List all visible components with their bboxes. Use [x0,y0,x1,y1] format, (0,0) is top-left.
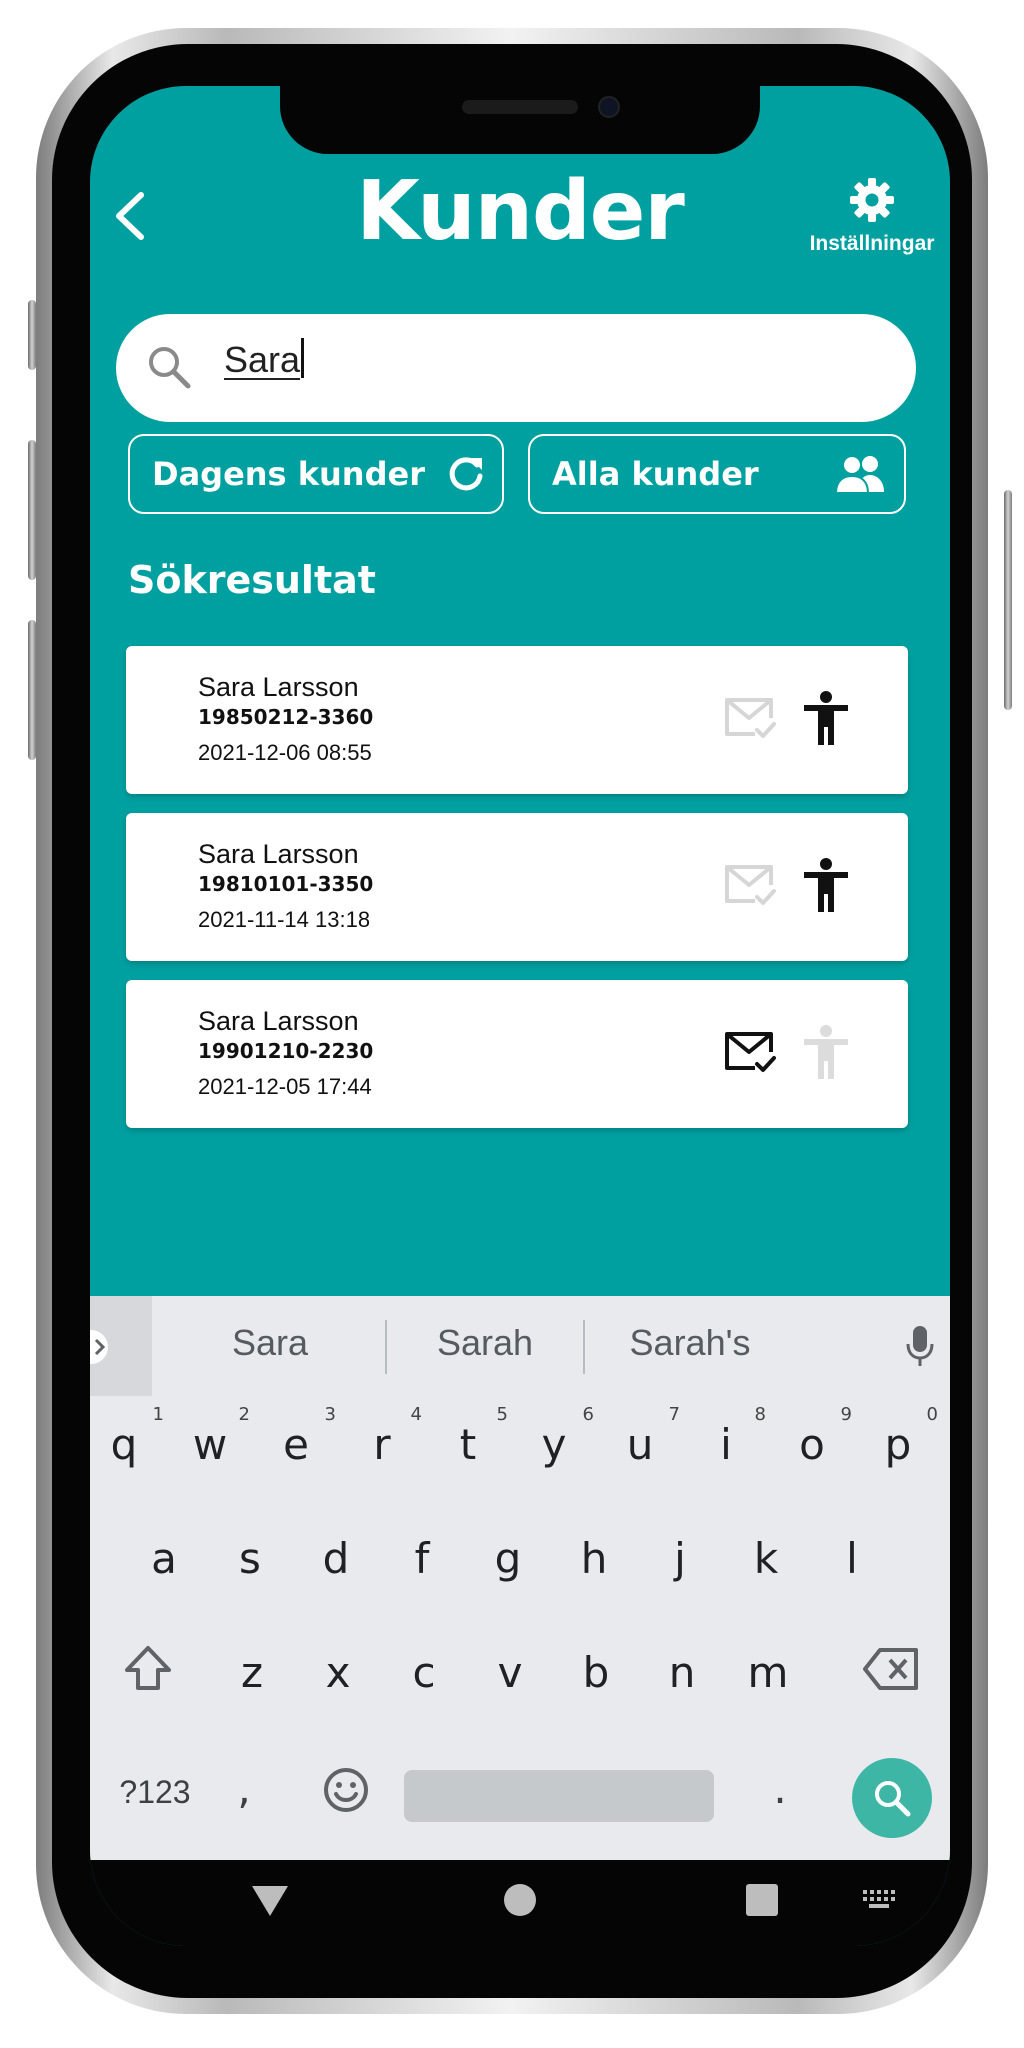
key-f[interactable]: f [392,1534,452,1583]
shift-icon [125,1646,171,1690]
key-r[interactable]: r4 [352,1404,422,1469]
keyboard: Sara Sarah Sarah's q1 w2 e3 r4 t5 y6 u7 … [90,1296,950,1860]
screen: Kunder Inställningar Sara Dagens kunder … [90,86,950,1946]
key-e[interactable]: e3 [266,1404,336,1469]
phone-side-button [28,440,36,580]
suggestion-bar: Sara Sarah Sarah's [90,1296,950,1396]
key-k[interactable]: k [736,1534,796,1583]
phone-side-button [28,300,36,370]
key-x[interactable]: x [308,1648,368,1697]
suggestion-3[interactable]: Sarah's [590,1322,790,1364]
key-l[interactable]: l [822,1534,882,1583]
todays-customers-button[interactable]: Dagens kunder [128,434,504,514]
customer-info: Sara Larsson 19850212-3360 2021-12-06 08… [198,672,373,766]
refresh-icon [449,457,483,491]
header: Kunder Inställningar [90,156,950,276]
emoji-key[interactable] [316,1766,376,1824]
key-h[interactable]: h [564,1534,624,1583]
navigation-bar [90,1860,950,1946]
customer-timestamp: 2021-11-14 13:18 [198,907,371,932]
key-u[interactable]: u7 [610,1404,680,1469]
all-customers-button[interactable]: Alla kunder [528,434,906,514]
search-icon [875,1781,911,1817]
mail-check-icon[interactable] [724,1030,776,1074]
speaker-grille [462,100,578,114]
backspace-key[interactable] [860,1646,922,1702]
text-caret [301,338,305,378]
suggestion-divider [385,1320,387,1374]
customer-name: Sara Larsson [198,672,359,702]
emoji-icon [324,1768,368,1812]
chevron-right-icon [90,1330,108,1364]
suggestion-1[interactable]: Sara [170,1322,370,1364]
key-o[interactable]: o9 [782,1404,852,1469]
key-g[interactable]: g [478,1534,538,1583]
suggestion-divider [583,1320,585,1374]
notch [280,86,760,154]
key-d[interactable]: d [306,1534,366,1583]
customer-id: 19850212-3360 [198,705,374,729]
customer-info: Sara Larsson 19901210-2230 2021-12-05 17… [198,1006,373,1100]
key-y[interactable]: y6 [524,1404,594,1469]
customer-name: Sara Larsson [198,839,359,869]
customer-id: 19901210-2230 [198,1039,374,1063]
result-card[interactable]: Sara Larsson 19850212-3360 2021-12-06 08… [126,646,908,794]
settings-button[interactable]: Inställningar [802,176,942,256]
keyboard-search-key[interactable] [852,1758,932,1838]
period-key[interactable]: . [750,1764,810,1813]
results-heading: Sökresultat [128,558,376,602]
recents-square-icon[interactable] [744,1882,780,1918]
person-icon[interactable] [802,1024,850,1080]
phone-power-button [1004,490,1012,710]
person-icon[interactable] [802,857,850,913]
comma-key[interactable]: , [214,1764,274,1813]
key-w[interactable]: w2 [180,1404,250,1469]
shift-key[interactable] [118,1644,178,1702]
key-q[interactable]: q1 [94,1404,164,1469]
search-value: Sara [224,338,305,381]
settings-label: Inställningar [809,232,935,255]
key-c[interactable]: c [394,1648,454,1697]
key-a[interactable]: a [134,1534,194,1583]
customer-id: 19810101-3350 [198,872,374,896]
key-t[interactable]: t5 [438,1404,508,1469]
all-customers-label: Alla kunder [552,455,759,493]
todays-customers-label: Dagens kunder [152,455,425,493]
key-b[interactable]: b [566,1648,626,1697]
search-icon [149,347,191,389]
customer-timestamp: 2021-12-06 08:55 [198,740,372,765]
gear-icon [850,178,894,222]
home-circle-icon[interactable] [502,1882,538,1918]
symbols-key[interactable]: ?123 [100,1774,210,1811]
mic-icon[interactable] [904,1324,936,1368]
suggestion-expand-button[interactable] [90,1296,152,1396]
mail-check-icon[interactable] [724,863,776,907]
person-icon[interactable] [802,690,850,746]
key-p[interactable]: p0 [868,1404,938,1469]
mail-check-icon[interactable] [724,696,776,740]
customer-info: Sara Larsson 19810101-3350 2021-11-14 13… [198,839,373,933]
key-i[interactable]: i8 [696,1404,766,1469]
key-v[interactable]: v [480,1648,540,1697]
result-card[interactable]: Sara Larsson 19810101-3350 2021-11-14 13… [126,813,908,961]
back-triangle-icon[interactable] [250,1882,290,1918]
customer-name: Sara Larsson [198,1006,359,1036]
backspace-icon [863,1648,918,1690]
key-n[interactable]: n [652,1648,712,1697]
suggestion-2[interactable]: Sarah [390,1322,580,1364]
search-input[interactable]: Sara [116,314,916,422]
key-m[interactable]: m [738,1648,798,1697]
customer-timestamp: 2021-12-05 17:44 [198,1074,372,1099]
space-key[interactable] [404,1770,714,1822]
users-icon [834,455,884,494]
key-z[interactable]: z [222,1648,282,1697]
front-camera [598,96,620,118]
result-card[interactable]: Sara Larsson 19901210-2230 2021-12-05 17… [126,980,908,1128]
keyboard-switch-icon[interactable] [862,1888,898,1912]
phone-side-button [28,620,36,760]
key-j[interactable]: j [650,1534,710,1583]
key-s[interactable]: s [220,1534,280,1583]
